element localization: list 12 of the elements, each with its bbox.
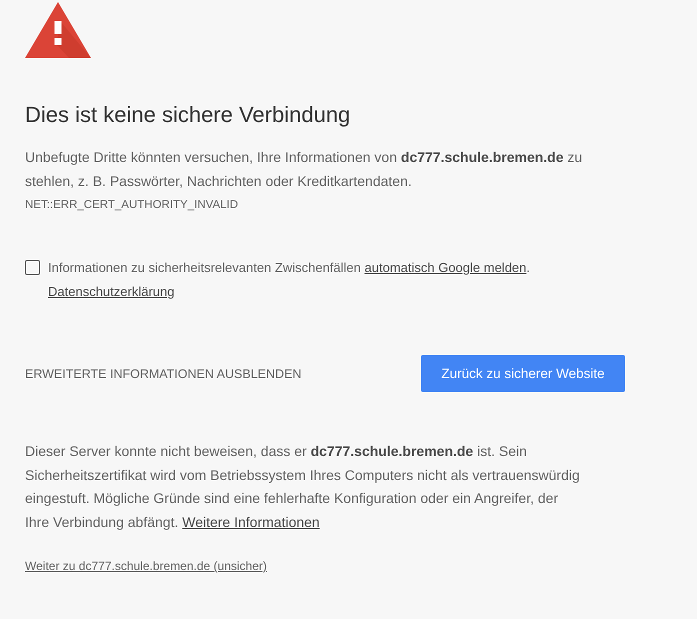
proceed-unsafe-link[interactable]: Weiter zu dc777.schule.bremen.de (unsicher) [25,557,267,575]
summary-text: Unbefugte Dritte könnten versuchen, Ihre Informationen von dc777.schule.bremen.de zu stehlen, z. B. Passwörter, Nachrichten oder Kreditkartendaten. [25,148,584,191]
hide-advanced-button[interactable]: ERWEITERTE INFORMATIONEN AUSBLENDEN [25,366,302,380]
details-text: Dieser Server konnte nicht beweisen, dass er dc777.schule.bremen.de ist. Sein Sicherheitszertifikat wird vom Betriebssystem Ihres Computers nicht als vertrauenswürdig eingestuft. Mögliche Gründe sind eine fehlerhafte Konfiguration oder ein Angreifer, der Ihre Verbindung abfängt. Weitere Informationen [25,442,581,532]
learn-more-link[interactable]: Weitere Informationen [182,514,320,530]
back-to-safety-button[interactable]: Zurück zu sicherer Website [421,355,625,392]
page-heading: Dies ist keine sichere Verbindung [25,101,350,129]
report-checkbox[interactable] [25,260,40,275]
error-code: NET::ERR_CERT_AUTHORITY_INVALID [25,198,238,213]
report-consent-text: Informationen zu sicherheitsrelevanten Zwischenfällen automatisch Google melden. [48,259,530,277]
auto-report-link[interactable]: automatisch Google melden [364,260,526,275]
privacy-policy-link[interactable]: Datenschutzerklärung [48,280,174,304]
